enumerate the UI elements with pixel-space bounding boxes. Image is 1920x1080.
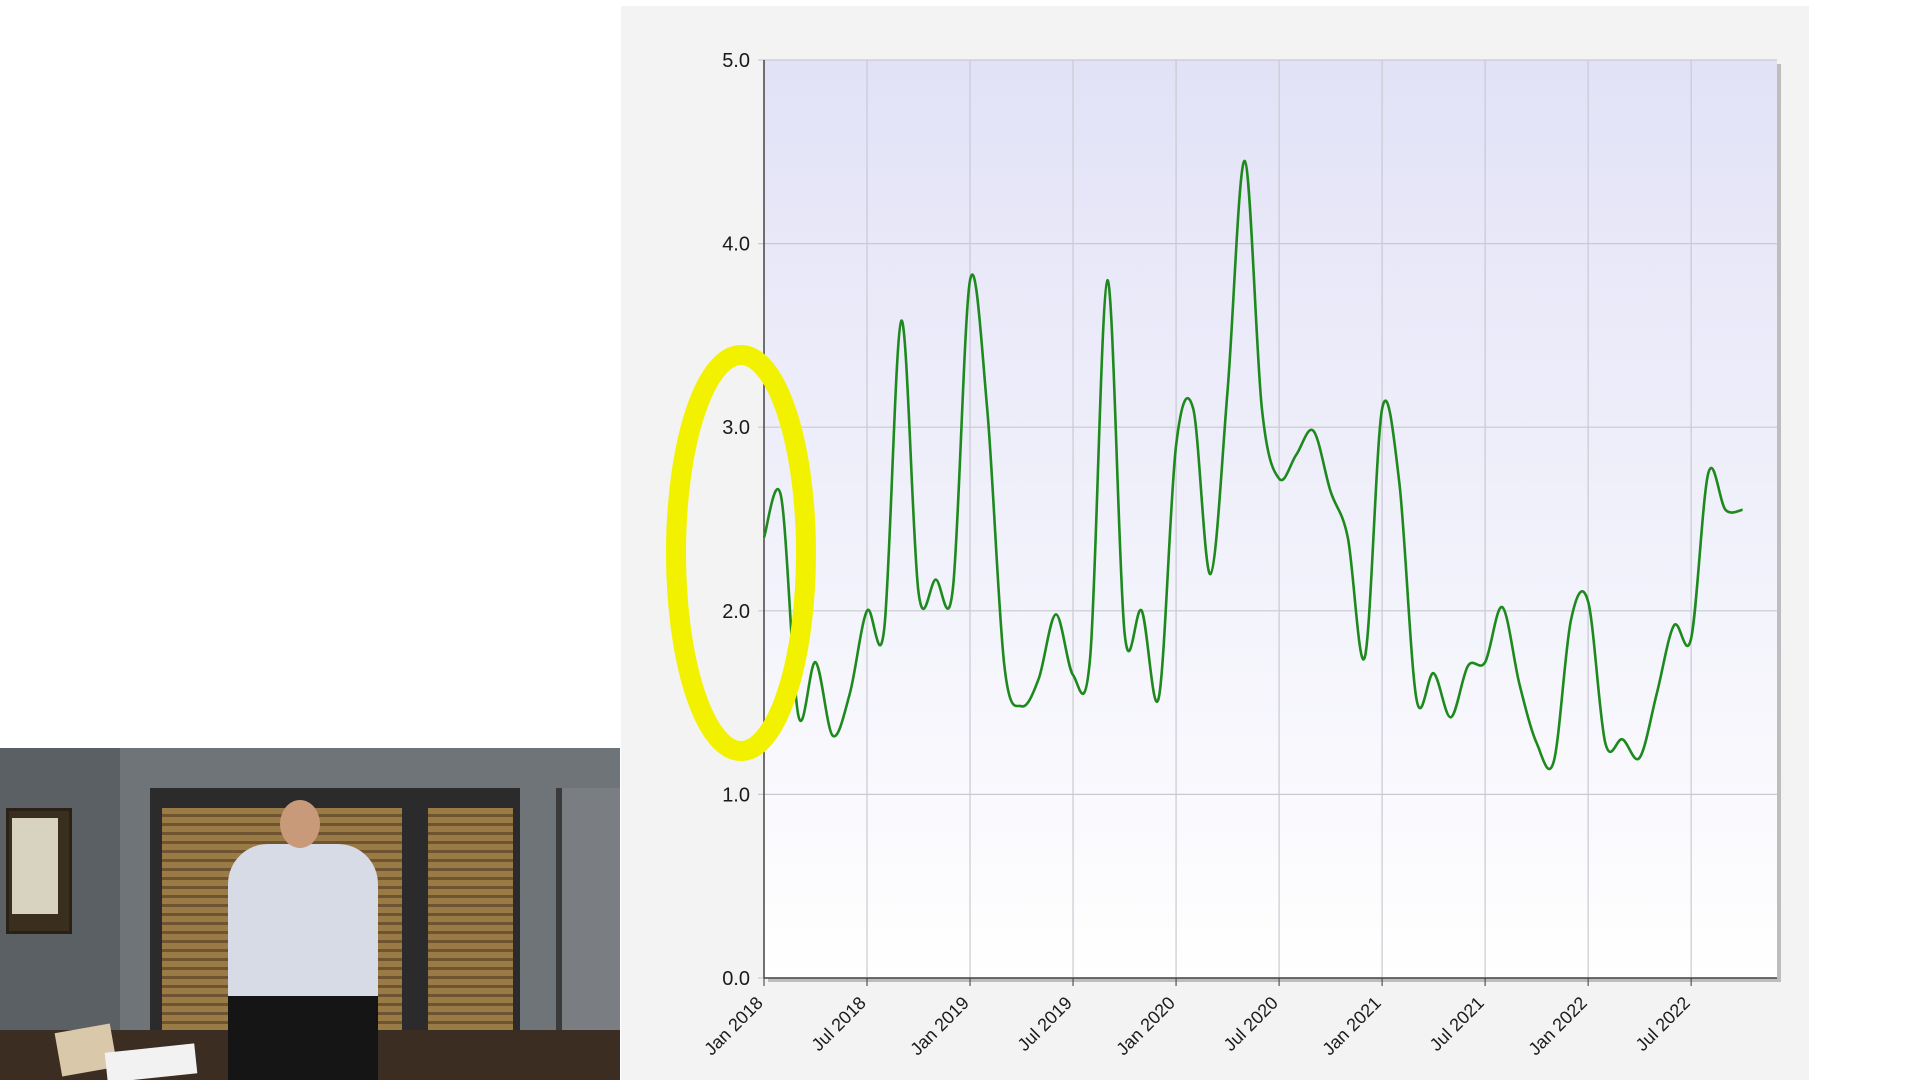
x-tick-label: Jan 2020	[1112, 993, 1179, 1060]
x-tick-label: Jul 2021	[1426, 993, 1488, 1055]
y-tick-label: 1.0	[722, 784, 750, 806]
y-tick-label: 3.0	[722, 417, 750, 439]
x-tick-label: Jan 2018	[700, 993, 767, 1060]
window-blinds-right	[428, 808, 513, 1038]
diploma	[12, 818, 58, 914]
webcam-overlay	[0, 748, 620, 1080]
y-tick-label: 2.0	[722, 601, 750, 623]
y-tick-label: 5.0	[722, 50, 750, 72]
chart-panel: 0.0 1.0 2.0 3.0 4.0 5.0 Jan 2018 Jul 2018 Jan 20…	[621, 6, 1809, 1080]
x-tick-label: Jul 2019	[1014, 993, 1076, 1055]
y-tick-label: 0.0	[722, 968, 750, 990]
line-chart: 0.0 1.0 2.0 3.0 4.0 5.0 Jan 2018 Jul 2018 Jan 20…	[666, 50, 1781, 1060]
x-tick-label: Jan 2019	[906, 993, 973, 1060]
x-tick-label: Jul 2022	[1632, 993, 1694, 1055]
plot-area	[764, 60, 1777, 978]
laptop	[228, 996, 378, 1080]
x-tick-label: Jul 2020	[1220, 993, 1282, 1055]
y-tick-label: 4.0	[722, 234, 750, 256]
office-door	[556, 788, 620, 1058]
presenter-head	[280, 800, 320, 848]
x-tick-label: Jan 2022	[1524, 993, 1591, 1060]
x-tick-label: Jan 2021	[1318, 993, 1385, 1060]
x-tick-label: Jul 2018	[808, 993, 870, 1055]
